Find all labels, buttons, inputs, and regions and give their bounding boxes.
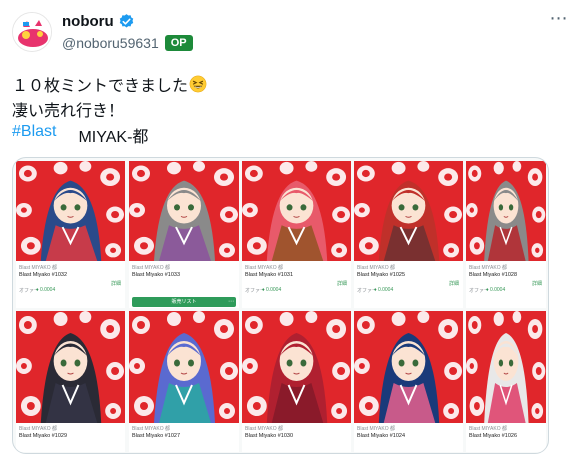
tweet-text-line-1: １０枚ミントできました [12,72,207,96]
nft-card[interactable]: Blast MIYAKO 都 Blast Miyako #1031 詳細 オファー ♦ … [242,161,351,308]
nft-item-name: Blast Miyako #1025 [357,272,405,278]
nft-detail-link[interactable]: 詳細 [532,280,542,287]
list-more-icon[interactable]: ⋯ [228,297,234,307]
nft-artwork [129,311,239,423]
nft-collection-label: Blast MIYAKO 都 [469,426,507,432]
nft-item-name: Blast Miyako #1026 [469,433,517,439]
display-name[interactable]: noboru [62,13,114,30]
tweet-text-1: １０枚ミントできました [12,78,189,95]
nft-detail-link[interactable]: 詳細 [337,280,347,287]
nft-item-name: Blast Miyako #1027 [132,433,180,439]
nft-card[interactable]: Blast MIYAKO 都 Blast Miyako #1028 詳細 オファー ♦ … [466,161,546,308]
nft-item-name: Blast Miyako #1029 [19,433,67,439]
grinning-squinting-face-icon [189,75,207,93]
nft-collection-label: Blast MIYAKO 都 [357,426,395,432]
nft-card[interactable]: Blast MIYAKO 都 Blast Miyako #1032 詳細 オファー ♦ … [16,161,125,308]
nft-artwork [354,161,463,261]
op-badge: OP [164,35,193,51]
avatar[interactable] [12,12,52,52]
nft-detail-link[interactable]: 詳細 [449,280,459,287]
nft-card[interactable]: Blast MIYAKO 都 Blast Miyako #1027 [129,311,239,452]
nft-collection-label: Blast MIYAKO 都 [132,265,170,271]
nft-card-grid: Blast MIYAKO 都 Blast Miyako #1032 詳細 オファー ♦ … [13,158,548,453]
avatar-image [13,13,51,51]
nft-detail-link[interactable]: 詳細 [111,280,121,287]
nft-artwork [466,311,546,423]
nft-item-name: Blast Miyako #1024 [357,433,405,439]
author-name-row: noboru [62,13,135,30]
nft-item-name: Blast Miyako #1032 [19,272,67,278]
nft-offer-price: ♦ 0.0004 [374,287,394,293]
nft-card[interactable]: Blast MIYAKO 都 Blast Miyako #1024 [354,311,463,452]
nft-artwork [466,161,546,261]
nft-card[interactable]: Blast MIYAKO 都 Blast Miyako #1025 詳細 オファー ♦ … [354,161,463,308]
nft-collection-label: Blast MIYAKO 都 [19,426,57,432]
nft-card[interactable]: Blast MIYAKO 都 Blast Miyako #1029 [16,311,125,452]
more-options-icon[interactable]: ⋯ [547,9,571,32]
handle-row: @noboru59631 OP [62,35,193,51]
nft-collection-label: Blast MIYAKO 都 [469,265,507,271]
tweet-tag-text: MIYAK-都 [78,129,149,146]
nft-collection-label: Blast MIYAKO 都 [19,265,57,271]
nft-artwork [242,311,351,423]
tweet-text-line-3: #Blast MIYAK-都 [12,123,148,147]
list-for-sale-button[interactable]: 販売リスト [132,297,236,307]
nft-collection-label: Blast MIYAKO 都 [245,426,283,432]
nft-collection-label: Blast MIYAKO 都 [245,265,283,271]
user-handle[interactable]: @noboru59631 [62,35,159,51]
nft-card[interactable]: Blast MIYAKO 都 Blast Miyako #1026 [466,311,546,452]
nft-item-name: Blast Miyako #1031 [245,272,293,278]
nft-artwork [16,161,125,261]
nft-card[interactable]: Blast MIYAKO 都 Blast Miyako #1033 販売リスト ⋯ [129,161,239,308]
nft-artwork [129,161,239,261]
nft-offer-price: ♦ 0.0004 [262,287,282,293]
nft-card[interactable]: Blast MIYAKO 都 Blast Miyako #1030 [242,311,351,452]
verified-badge-icon [119,14,133,28]
nft-item-name: Blast Miyako #1030 [245,433,293,439]
tweet-text-line-2: 凄い売れ行き！ [12,103,125,120]
nft-artwork [354,311,463,423]
nft-item-name: Blast Miyako #1028 [469,272,517,278]
hashtag-link[interactable]: #Blast [12,123,56,147]
nft-artwork [16,311,125,423]
nft-artwork [242,161,351,261]
tweet-media-image[interactable]: Blast MIYAKO 都 Blast Miyako #1032 詳細 オファー ♦ … [12,157,549,454]
nft-collection-label: Blast MIYAKO 都 [132,426,170,432]
nft-item-name: Blast Miyako #1033 [132,272,180,278]
nft-collection-label: Blast MIYAKO 都 [357,265,395,271]
nft-offer-price: ♦ 0.0004 [486,287,506,293]
nft-offer-price: ♦ 0.0004 [36,287,56,293]
